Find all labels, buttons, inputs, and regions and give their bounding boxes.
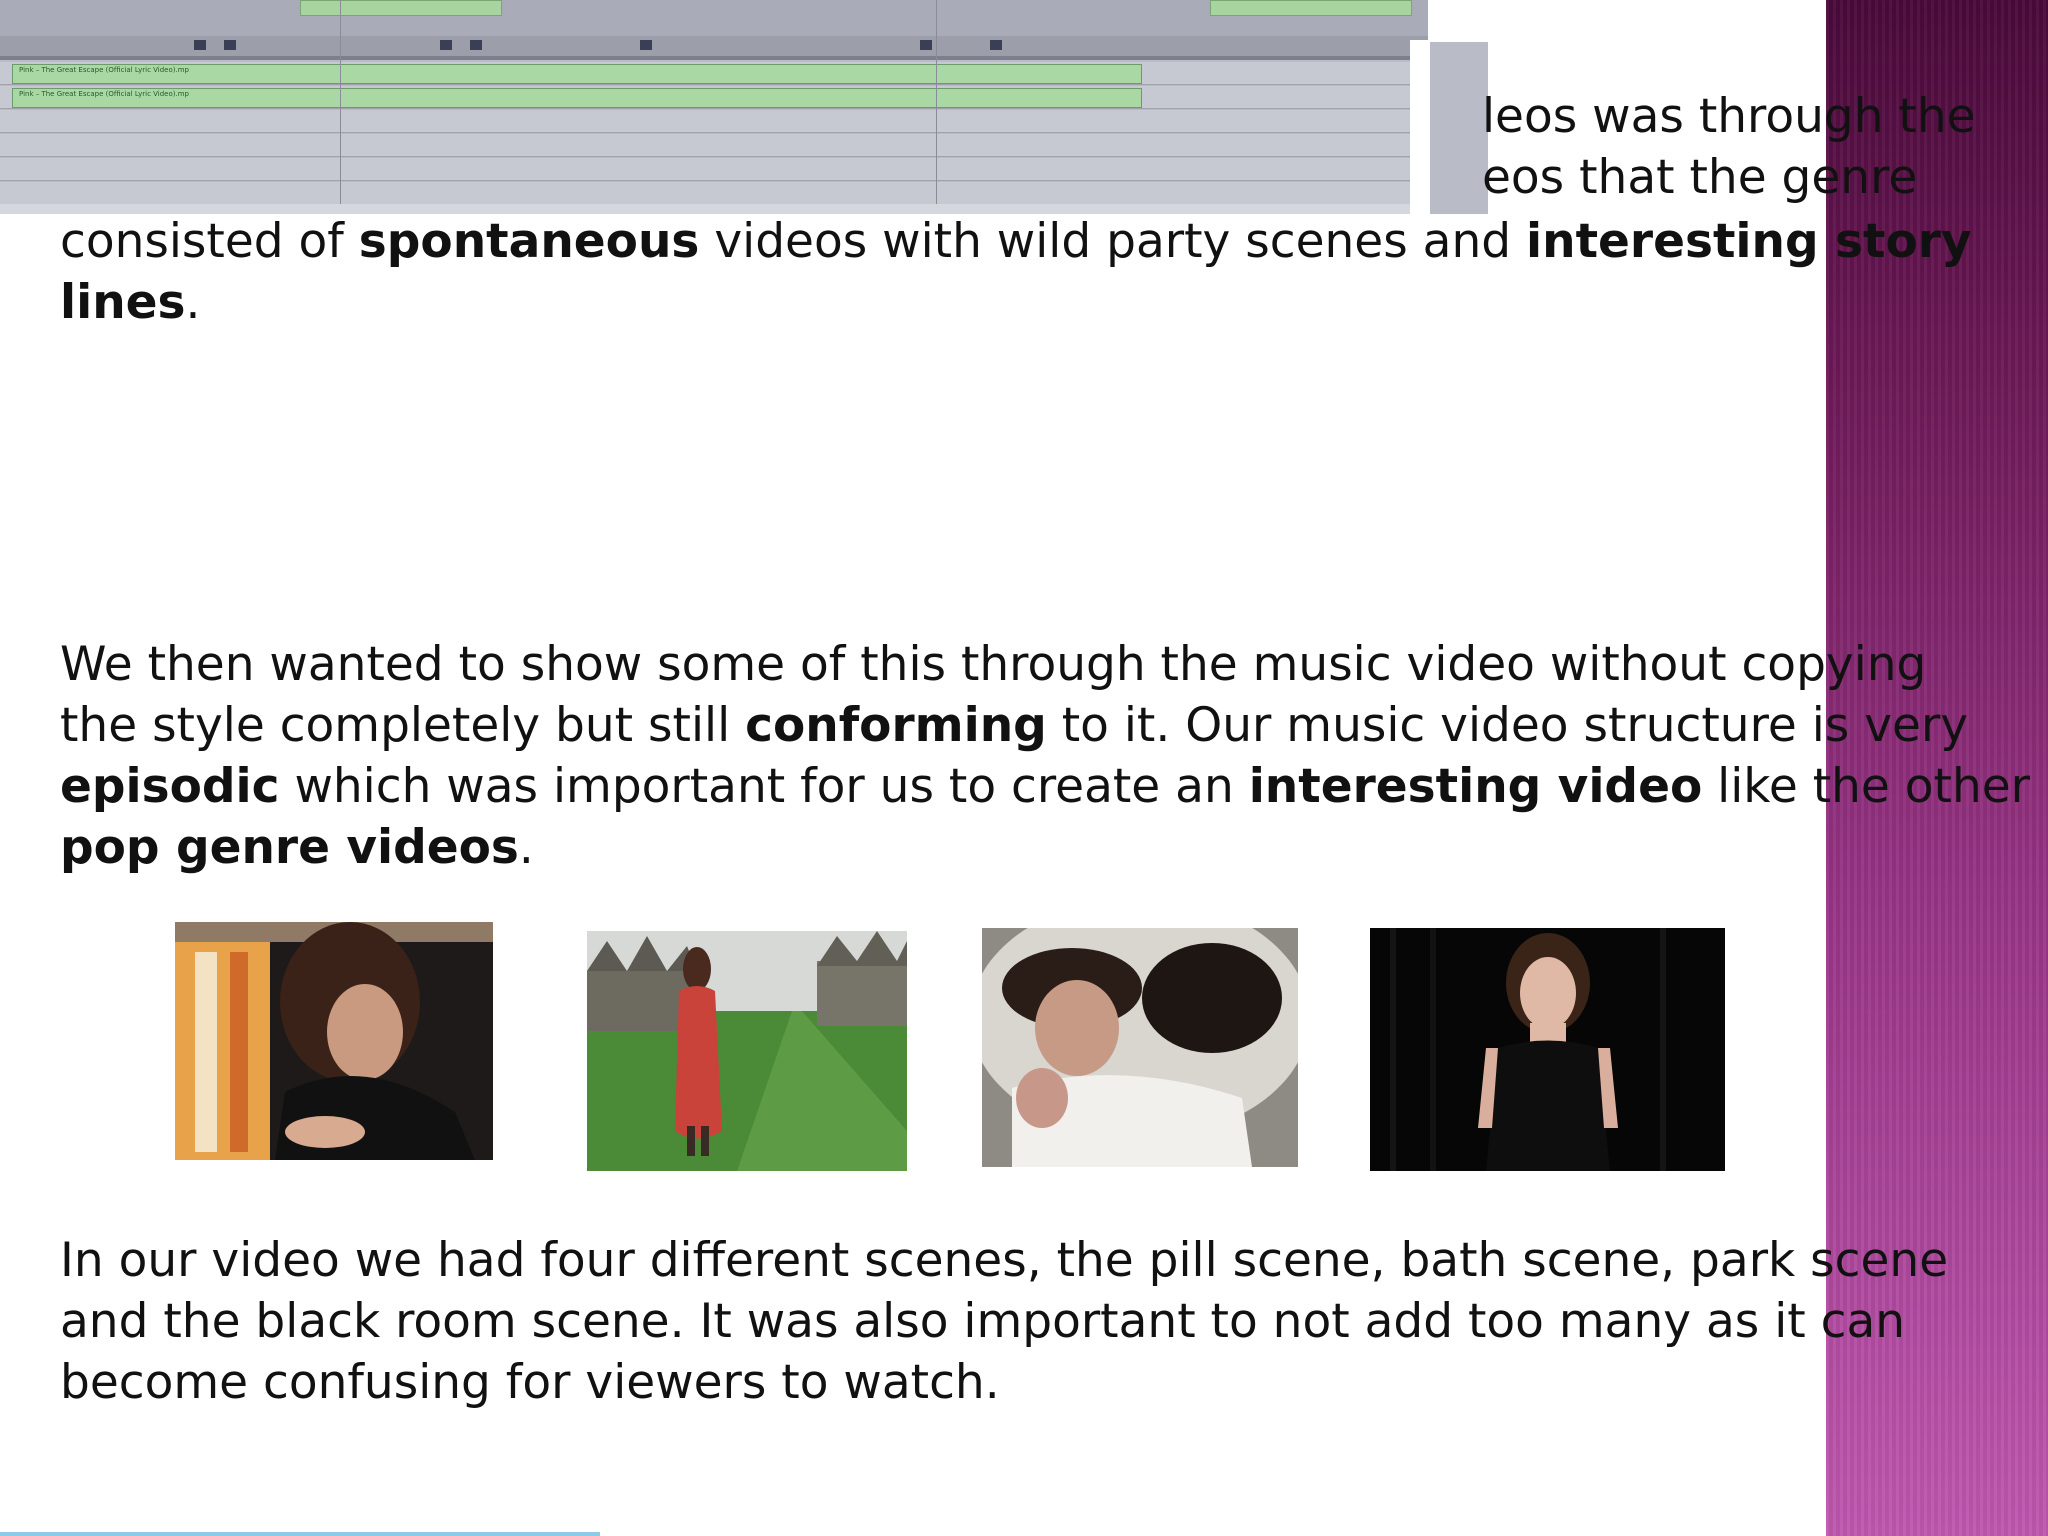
paragraph-scenes: In our video we had four different scene… (60, 1230, 2020, 1413)
text-run: consisted of (60, 214, 359, 269)
text-run: like the other (1702, 759, 2030, 814)
bold-text: spontaneous (358, 214, 700, 269)
text-run: . (518, 820, 534, 875)
text-line: lines. (60, 272, 2020, 333)
text-line: the style completely but still conformin… (60, 695, 2020, 756)
timeline-control-bar (0, 36, 1428, 56)
clip-label: Pink – The Great Escape (Official Lyric … (19, 90, 189, 98)
park-scene-illustration (587, 931, 907, 1171)
text-line: leos was through the (1482, 89, 1976, 144)
timeline-edit-line (936, 0, 937, 214)
timeline-control-icon (224, 40, 236, 50)
pill-scene-illustration (175, 922, 493, 1160)
paragraph-structure: We then wanted to show some of this thro… (60, 634, 2030, 878)
text-line: eos that the genre (1482, 150, 1918, 205)
editing-timeline-screenshot: Pink – The Great Escape (Official Lyric … (0, 0, 1488, 214)
text-run: the style completely but still (60, 698, 746, 753)
timeline-top-clip (1210, 0, 1412, 16)
timeline-divider (1410, 40, 1430, 214)
text-line: and the black room scene. It was also im… (60, 1294, 1906, 1349)
text-run: . (185, 275, 201, 330)
timeline-control-icon (990, 40, 1002, 50)
bottom-edge-strip (0, 1532, 600, 1536)
park-scene-photo (587, 931, 907, 1171)
timeline-control-icon (194, 40, 206, 50)
paragraph-partial: leos was through the eos that the genre (1482, 86, 2042, 208)
timeline-control-icon (440, 40, 452, 50)
black-room-scene-illustration (1370, 928, 1725, 1171)
text-run: to it. Our music video structure is very (1046, 698, 1969, 753)
text-line: In our video we had four different scene… (60, 1233, 1949, 1288)
pill-scene-photo (175, 922, 493, 1160)
bath-scene-illustration (982, 928, 1298, 1167)
timeline-separator (0, 56, 1428, 60)
bath-scene-photo (982, 928, 1298, 1167)
timeline-track (0, 134, 1428, 157)
timeline-video-clip[interactable]: Pink – The Great Escape (Official Lyric … (12, 64, 1142, 84)
bold-text: pop genre videos (60, 820, 519, 875)
timeline-track (0, 158, 1428, 181)
bold-text: lines (60, 275, 186, 330)
timeline-track (0, 110, 1428, 133)
text-line: episodic which was important for us to c… (60, 756, 2030, 817)
timeline-edit-line (340, 0, 341, 214)
bold-text: conforming (745, 698, 1047, 753)
timeline-control-icon (920, 40, 932, 50)
timeline-control-icon (640, 40, 652, 50)
timeline-control-icon (470, 40, 482, 50)
bold-text: interesting story (1526, 214, 1972, 269)
bold-text: episodic (60, 759, 280, 814)
timeline-track (0, 182, 1428, 205)
text-line: become confusing for viewers to watch. (60, 1355, 1000, 1410)
bold-text: interesting video (1248, 759, 1703, 814)
timeline-audio-clip[interactable]: Pink – The Great Escape (Official Lyric … (12, 88, 1142, 108)
text-run: which was important for us to create an (279, 759, 1249, 814)
text-line: We then wanted to show some of this thro… (60, 637, 1927, 692)
timeline-corner (1428, 0, 1488, 42)
timeline-top-clip (300, 0, 502, 16)
text-line: consisted of spontaneous videos with wil… (60, 211, 2020, 272)
clip-label: Pink – The Great Escape (Official Lyric … (19, 66, 189, 74)
text-line: pop genre videos. (60, 817, 2020, 878)
text-run: videos with wild party scenes and (699, 214, 1527, 269)
black-room-scene-photo (1370, 928, 1725, 1171)
paragraph-intro: consisted of spontaneous videos with wil… (60, 211, 2020, 333)
